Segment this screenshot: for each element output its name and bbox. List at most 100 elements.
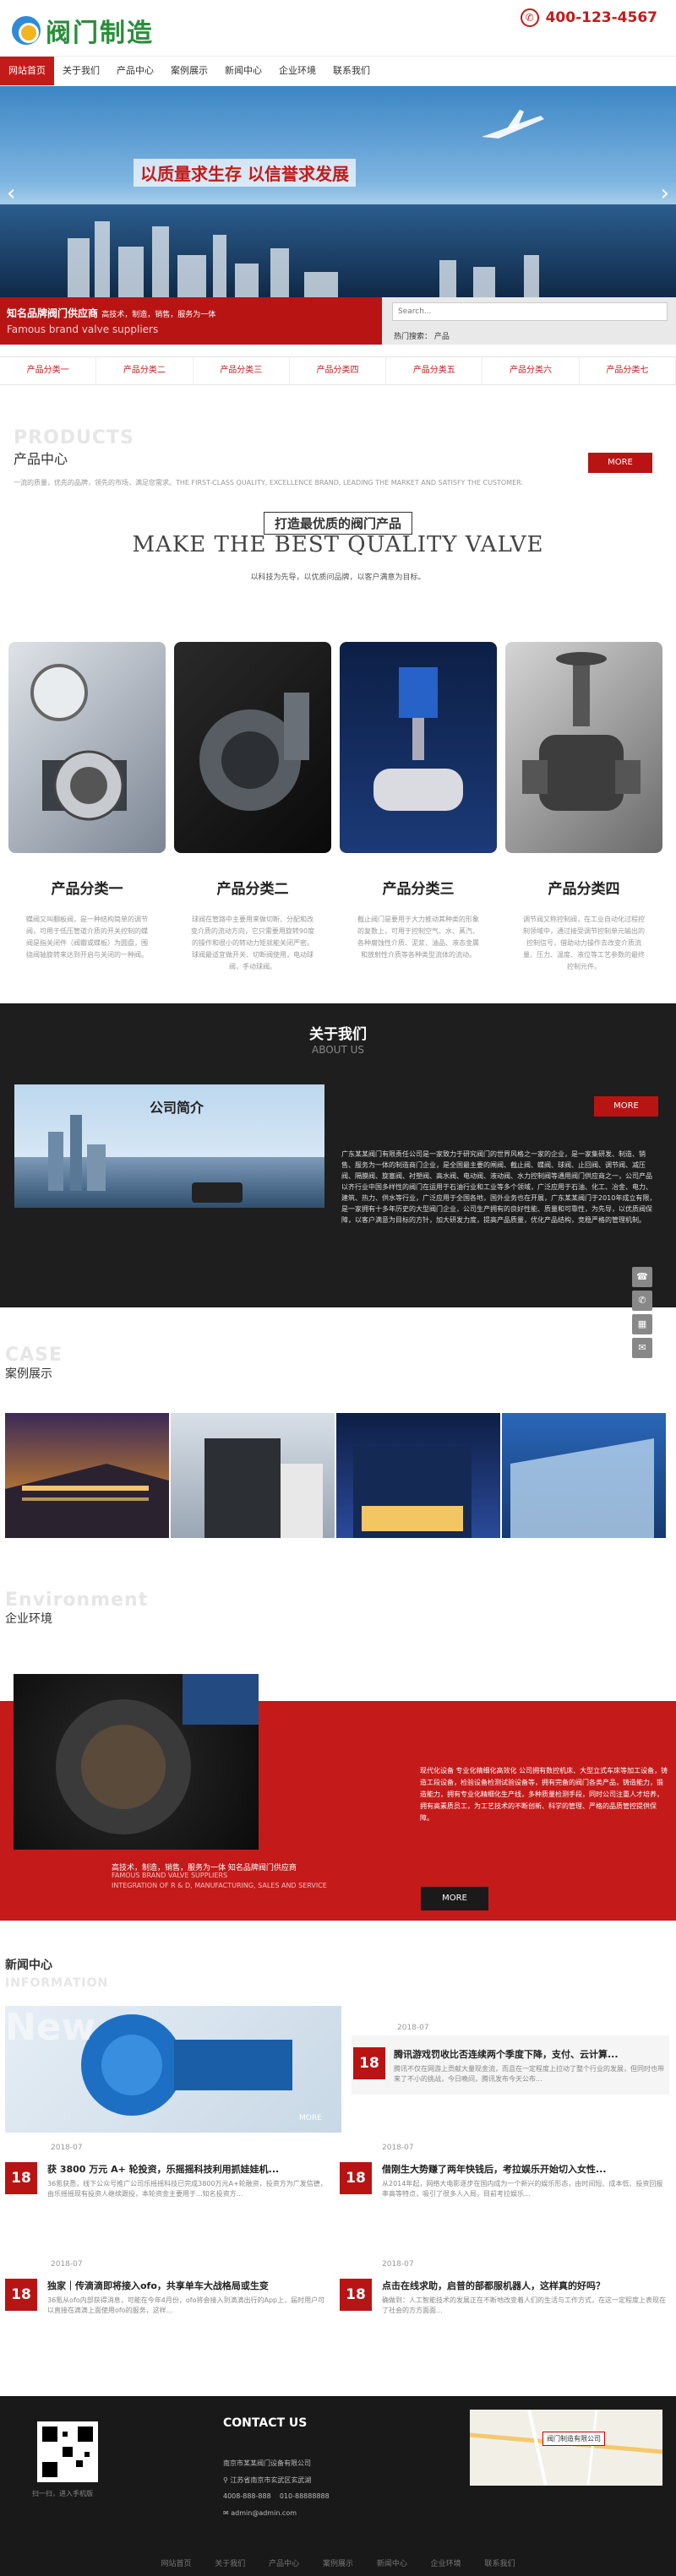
about-section: 关于我们 ABOUT US 公司简介 MORE 广东某某阀门有限责任公司是一家致… [0, 1003, 676, 1307]
news-date-5: 2018-07 [382, 2260, 414, 2269]
nav-about[interactable]: 关于我们 [54, 57, 108, 85]
product-image-1[interactable] [8, 642, 166, 853]
environment-text: 现代化设备 专业化精细化高效化 公司拥有数控机床、大型立式车床等加工设备，铸造工… [420, 1767, 668, 1822]
cases-en-title: CASE [5, 1345, 63, 1366]
category-link[interactable]: 产品分类四 [290, 357, 387, 384]
news-title-5[interactable]: 点击在线求助，启普的部都服机器人，这样真的好吗？ [382, 2279, 668, 2292]
airplane-icon [482, 110, 544, 139]
news-en-title: INFORMATION [5, 1976, 109, 1990]
news-date-4: 2018-07 [51, 2260, 83, 2269]
banner-next-arrow-icon[interactable]: › [661, 181, 669, 206]
news-title: 新闻中心 [5, 1959, 52, 1972]
city-skyline [0, 204, 676, 297]
footer-nav-item[interactable]: 案例展示 [323, 2557, 353, 2568]
products-title: 产品中心 [14, 451, 68, 467]
category-link[interactable]: 产品分类一 [0, 357, 97, 384]
qrcode-caption: 扫一扫，进入手机版 [32, 2490, 93, 2497]
company-name: 南京市某某阀门设备有限公司 [223, 2459, 311, 2467]
qrcode-icon[interactable]: ▦ [632, 1314, 652, 1334]
email: ✉ admin@admin.com [223, 2509, 297, 2517]
footer-nav-item[interactable]: 产品中心 [269, 2557, 299, 2568]
products-more-button[interactable]: MORE [588, 453, 652, 473]
category-link[interactable]: 产品分类三 [194, 357, 290, 384]
email-text[interactable]: admin@admin.com [231, 2509, 297, 2517]
category-link[interactable]: 产品分类七 [580, 357, 676, 384]
product-tagline: 以科技为先导，以优质问品牌，以客户满意为目标。 [250, 573, 426, 582]
nav-cases[interactable]: 案例展示 [162, 57, 216, 85]
product-image-3[interactable] [340, 642, 497, 853]
product-name-3[interactable]: 产品分类三 [340, 877, 497, 898]
news-title-3[interactable]: 借刚生大势赚了两年快钱后，考拉娱乐开始切入女性... [382, 2162, 668, 2176]
footer-nav: 网站首页 关于我们 产品中心 案例展示 新闻中心 企业环境 联系我们 [0, 2557, 676, 2568]
cases-title: 案例展示 [5, 1367, 52, 1381]
product-name-4[interactable]: 产品分类四 [505, 877, 662, 898]
case-image-2[interactable] [171, 1413, 335, 1538]
hero-banner: 以质量求生存 以信誉求发展 ‹ › [0, 86, 676, 297]
news-date-3: 2018-07 [382, 2144, 414, 2152]
footer-nav-item[interactable]: 企业环境 [431, 2557, 461, 2568]
nav-home[interactable]: 网站首页 [0, 57, 54, 85]
logo-text: 阀门制造 [46, 19, 154, 48]
news-title-4[interactable]: 独家｜传滴滴即将接入ofo，共享单车大战格局或生变 [47, 2279, 331, 2292]
brand-bar: 知名品牌阀门供应商 高技术，制造，销售，服务为一体 Famous brand v… [0, 297, 382, 345]
banner-prev-arrow-icon[interactable]: ‹ [7, 181, 15, 206]
news-watermark: New [5, 2006, 96, 2049]
about-title: 关于我们 [309, 1026, 367, 1043]
footer-nav-item[interactable]: 联系我们 [485, 2557, 515, 2568]
product-name-2[interactable]: 产品分类二 [174, 877, 331, 898]
map[interactable]: 阀门制造有限公司 [470, 2410, 662, 2486]
phone-icon: ✆ [520, 8, 539, 27]
floating-tools: ☎ ✆ ▦ ✉ [632, 1267, 652, 1361]
category-link[interactable]: 产品分类二 [96, 357, 194, 384]
category-bar: 产品分类一 产品分类二 产品分类三 产品分类四 产品分类五 产品分类六 产品分类… [0, 356, 676, 385]
headline-cn-text: 打造最优质的阀门产品 [263, 512, 412, 535]
mail-icon[interactable]: ✉ [632, 1338, 652, 1358]
phone-icon[interactable]: ☎ [632, 1267, 652, 1287]
search-input[interactable] [392, 302, 668, 321]
environment-more-button[interactable]: MORE [421, 1887, 488, 1910]
hot-word[interactable]: 产品 [434, 333, 450, 341]
brand-subtitle: Famous brand valve suppliers [7, 323, 159, 335]
footer: 扫一扫，进入手机版 CONTACT US 南京市某某阀门设备有限公司 ⚲ 江苏省… [0, 2396, 676, 2576]
product-image-2[interactable] [174, 642, 331, 853]
nav-environment[interactable]: 企业环境 [270, 57, 324, 85]
nav-contact[interactable]: 联系我们 [324, 57, 379, 85]
product-desc-4: 调节阀又称控制阀，在工业自动化过程控制领域中，通过接受调节控制单元输出的控制信号… [523, 916, 645, 970]
footer-nav-item[interactable]: 网站首页 [161, 2557, 191, 2568]
case-image-4[interactable] [502, 1413, 666, 1538]
news-image-more[interactable]: MORE [299, 2114, 322, 2122]
phone-number: 400-123-4567 [545, 9, 657, 26]
brand-title: 知名品牌阀门供应商 [7, 307, 99, 319]
news-day-2: 18 [5, 2162, 37, 2194]
phone: ✆ 400-123-4567 [520, 8, 657, 27]
news-day-4: 18 [5, 2279, 37, 2311]
category-link[interactable]: 产品分类五 [386, 357, 483, 384]
map-label: 阀门制造有限公司 [542, 2432, 605, 2446]
product-name-1[interactable]: 产品分类一 [8, 877, 166, 898]
news-date-1: 2018-07 [397, 2024, 429, 2032]
case-image-1[interactable] [5, 1413, 169, 1538]
news-day-5: 18 [340, 2279, 372, 2311]
logo-icon [12, 16, 41, 45]
news-title-2[interactable]: 获 3800 万元 A+ 轮投资，乐摇摇科技利用抓娃娃机... [47, 2162, 331, 2176]
news-image[interactable]: New MORE [5, 2006, 341, 2133]
header: 阀门制造 ✆ 400-123-4567 [0, 0, 676, 51]
case-image-3[interactable] [336, 1413, 500, 1538]
category-link[interactable]: 产品分类六 [482, 357, 580, 384]
brand-title-row: 知名品牌阀门供应商 高技术，制造，销售，服务为一体 [7, 306, 375, 320]
contact-title: CONTACT US [223, 2416, 308, 2430]
news-title-1[interactable]: 腾讯游戏罚收比否连续两个季度下降，支付、云计算... [394, 2047, 664, 2061]
product-image-4[interactable] [505, 642, 662, 853]
environment-image [14, 1674, 259, 1850]
about-image: 公司简介 [14, 1084, 324, 1208]
news-date-2: 2018-07 [51, 2144, 83, 2152]
call-icon[interactable]: ✆ [632, 1291, 652, 1311]
hot-label: 热门搜索： [394, 333, 433, 341]
footer-nav-item[interactable]: 关于我们 [215, 2557, 245, 2568]
logo[interactable]: 阀门制造 [12, 12, 154, 49]
footer-nav-item[interactable]: 新闻中心 [377, 2557, 407, 2568]
about-text: 广东某某阀门有限责任公司是一家致力于研究阀门的世界风格之一家的企业，是一家集研发… [341, 1150, 657, 1224]
about-more-button[interactable]: MORE [594, 1096, 658, 1117]
nav-news[interactable]: 新闻中心 [216, 57, 270, 85]
nav-products[interactable]: 产品中心 [108, 57, 162, 85]
